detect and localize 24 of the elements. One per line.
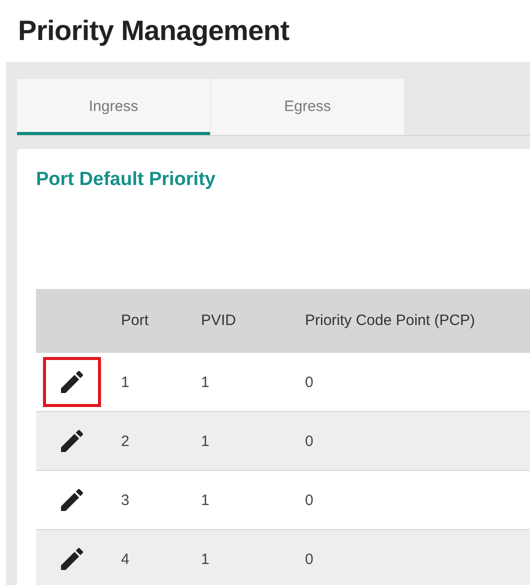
table-cell-text: 1 xyxy=(201,432,210,450)
column-header: PVID xyxy=(201,312,238,329)
page-title: Priority Management xyxy=(18,15,290,47)
table-cell-text: 1 xyxy=(201,374,210,390)
tab[interactable]: Egress xyxy=(211,79,404,135)
table-cell-text: 2 xyxy=(121,432,130,450)
card-title: Port Default Priority xyxy=(36,169,216,192)
tab[interactable]: Ingress xyxy=(17,79,210,135)
table-cell-text: 3 xyxy=(121,492,130,508)
table-cell-text: 1 xyxy=(201,492,210,508)
table-cell-text: 1 xyxy=(201,550,210,568)
pencil-icon xyxy=(60,371,82,393)
table-cell-text: 4 xyxy=(121,550,130,568)
column-header: Priority Code Point (PCP) xyxy=(305,312,476,329)
table-cell-text: 0 xyxy=(305,550,314,568)
table-cell-text: 0 xyxy=(305,492,314,508)
pencil-icon xyxy=(60,489,82,511)
edit-button[interactable] xyxy=(42,357,100,407)
pencil-icon xyxy=(60,430,82,452)
table-cell-text: 0 xyxy=(305,374,314,390)
column-header: Port xyxy=(121,312,150,329)
table-cell-text: 1 xyxy=(121,374,130,390)
pencil-icon xyxy=(60,548,82,570)
table-cell-text: 0 xyxy=(305,432,314,450)
